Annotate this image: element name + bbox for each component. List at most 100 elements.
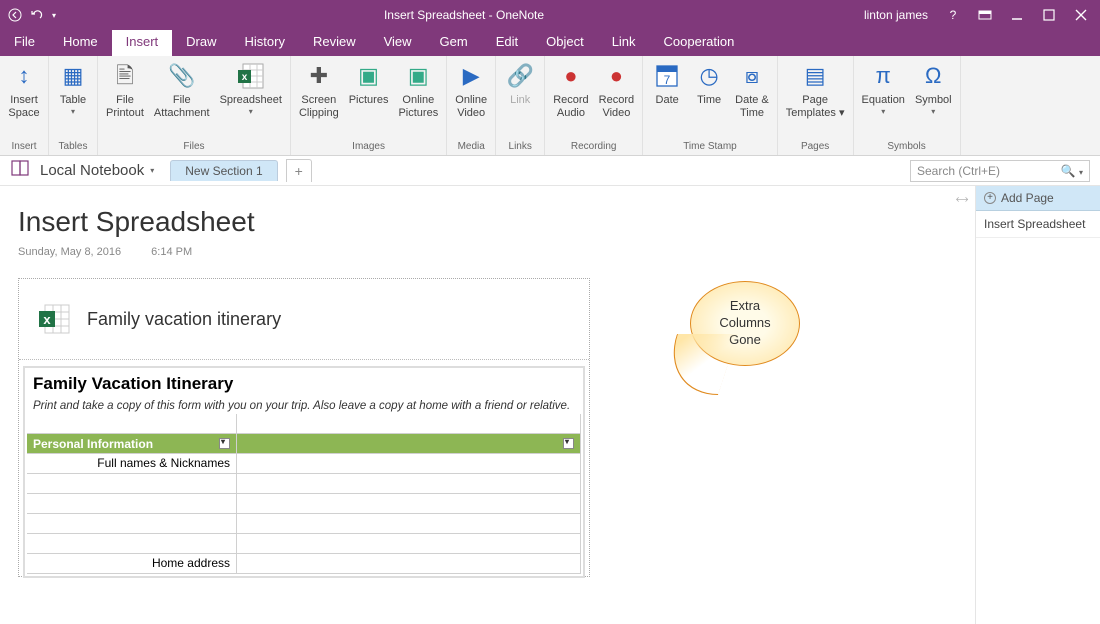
menu-item-insert[interactable]: Insert [112,30,173,56]
add-page-label: Add Page [1001,191,1054,205]
ribbon-btn-label: Insert Space [8,94,39,120]
search-input[interactable]: Search (Ctrl+E) 🔍 ▾ [910,160,1090,182]
ribbon-btn-label: Link [510,94,530,107]
ribbon-btn-label: Screen Clipping [299,94,339,120]
add-page-button[interactable]: + Add Page [976,186,1100,211]
qat-dropdown-icon[interactable]: ▾ [52,11,56,20]
sheet-row [27,474,581,494]
ribbon-group-label: Time Stamp [647,139,773,155]
sheet-cell-label [27,534,237,553]
user-name[interactable]: linton james [864,8,928,22]
sheet-instruction: Print and take a copy of this form with … [27,398,581,414]
filter-icon[interactable] [563,438,574,449]
sheet-cell-label [27,514,237,533]
ribbon-btn-table[interactable]: ▦Table▾ [53,58,93,119]
ribbon-btn-spreadsheet[interactable]: xSpreadsheet▾ [216,58,286,119]
menu-item-file[interactable]: File [0,30,49,56]
titlebar: ▾ Insert Spreadsheet - OneNote linton ja… [0,0,1100,30]
workspace: ⤢ Insert Spreadsheet Sunday, May 8, 2016… [0,186,1100,624]
menu-item-review[interactable]: Review [299,30,370,56]
sheet-cell-label: Home address [27,554,237,573]
ribbon-group-label: Insert [4,139,44,155]
date &-icon: ⧇ [736,60,768,92]
sheet-cell-label [27,474,237,493]
ribbon-group-images: ✚Screen Clipping ▣ Pictures ▣Online Picture… [291,56,447,155]
ribbon-group-media: ▶Online VideoMedia [447,56,496,155]
menu-item-edit[interactable]: Edit [482,30,532,56]
page-time: 6:14 PM [151,246,192,258]
page-title[interactable]: Insert Spreadsheet [18,206,957,238]
ribbon-btn-file-printout[interactable]: 🖹File Printout [102,58,148,122]
page-canvas[interactable]: ⤢ Insert Spreadsheet Sunday, May 8, 2016… [0,186,975,624]
sheet-row: Home address [27,554,581,574]
section-tab[interactable]: New Section 1 [170,160,277,181]
ribbon-btn-record-video[interactable]: ●Record Video [595,58,638,122]
ribbon-btn-label: File Attachment [154,94,210,120]
ribbon-group-label: Links [500,139,540,155]
search-icon: 🔍 ▾ [1061,164,1083,178]
notebook-dropdown[interactable]: Local Notebook ▾ [40,162,154,179]
menu-item-home[interactable]: Home [49,30,112,56]
chevron-down-icon: ▾ [881,107,885,117]
menu-item-view[interactable]: View [370,30,426,56]
menu-item-history[interactable]: History [231,30,299,56]
ribbon-btn-label: Pictures [349,94,389,107]
page-list-item[interactable]: Insert Spreadsheet [976,211,1100,238]
plus-icon: + [984,192,996,204]
ribbon-btn-label: Page Templates ▾ [786,94,845,120]
sheet-row [27,494,581,514]
ribbon-btn-equation[interactable]: π Equation▾ [858,58,909,119]
ribbon: ↕Insert Space Insert ▦Table▾ Tables 🖹File Pr… [0,56,1100,156]
menu-item-object[interactable]: Object [532,30,598,56]
ribbon-btn-file-attachment[interactable]: 📎File Attachment [150,58,214,122]
add-section-button[interactable]: + [286,159,312,182]
menu-item-gem[interactable]: Gem [426,30,482,56]
ribbon-group-links: 🔗 Link Links [496,56,545,155]
menu-item-draw[interactable]: Draw [172,30,230,56]
sheet-cell-value [237,554,581,573]
page-list-pane: + Add Page Insert Spreadsheet [975,186,1100,624]
page-date: Sunday, May 8, 2016 [18,246,121,258]
file-icon: 🖹 [109,60,141,92]
filter-icon[interactable] [219,438,230,449]
ribbon-btn-time[interactable]: ◷Time [689,58,729,109]
ribbon-group-label: Recording [549,139,638,155]
embed-title: Family vacation itinerary [87,309,281,330]
ribbon-btn-record-audio[interactable]: ●Record Audio [549,58,592,122]
ribbon-btn-symbol[interactable]: ΩSymbol▾ [911,58,956,119]
online-icon: ▣ [402,60,434,92]
maximize-icon[interactable] [1042,8,1056,22]
ribbon-btn-date-time[interactable]: ⧇Date & Time [731,58,773,122]
menu-item-cooperation[interactable]: Cooperation [650,30,749,56]
link-icon: 🔗 [504,60,536,92]
equation-icon: π [867,60,899,92]
ribbon-btn-online-video[interactable]: ▶Online Video [451,58,491,122]
menu-item-link[interactable]: Link [598,30,650,56]
ribbon-btn-page-templates-[interactable]: ▤Page Templates ▾ [782,58,849,122]
ribbon-btn-label: Equation [862,94,905,107]
ribbon-btn-label: Date & Time [735,94,769,120]
ribbon-btn-date[interactable]: 7Date [647,58,687,109]
ribbon-btn-online-pictures[interactable]: ▣Online Pictures [394,58,442,122]
svg-text:7: 7 [664,73,671,87]
sheet-cell-value [237,494,581,513]
help-icon[interactable]: ? [946,8,960,22]
minimize-icon[interactable] [1010,8,1024,22]
spreadsheet-icon: x [235,60,267,92]
ribbon-group-label: Tables [53,139,93,155]
ribbon-group-recording: ●Record Audio●Record Video Recording [545,56,643,155]
ribbon-group-label: Images [295,139,442,155]
notebook-navbar: Local Notebook ▾ New Section 1 + Search … [0,156,1100,186]
ribbon-btn-screen-clipping[interactable]: ✚Screen Clipping [295,58,343,122]
spreadsheet-embed[interactable]: x Family vacation itinerary Family Vacat… [18,278,590,577]
pictures-icon: ▣ [353,60,385,92]
ribbon-display-icon[interactable] [978,8,992,22]
ribbon-group-tables: ▦Table▾ Tables [49,56,98,155]
back-icon[interactable] [8,8,22,22]
ribbon-group-files: 🖹File Printout📎File AttachmentxSpreadshe… [98,56,291,155]
close-icon[interactable] [1074,8,1088,22]
ribbon-btn-pictures[interactable]: ▣ Pictures [345,58,393,109]
undo-icon[interactable] [30,8,44,22]
ribbon-btn-insert-space[interactable]: ↕Insert Space [4,58,44,122]
svg-text:x: x [241,72,247,83]
